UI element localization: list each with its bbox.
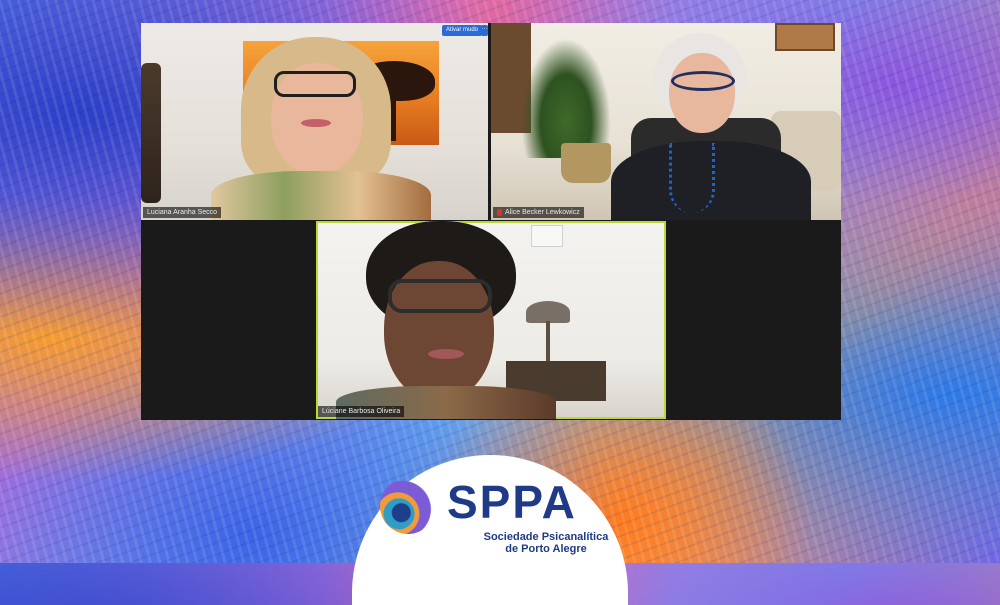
participant-face <box>669 53 735 133</box>
air-conditioner <box>531 225 563 247</box>
glasses <box>388 279 492 313</box>
glasses <box>671 71 735 91</box>
participant-name: Luciana Aranha Secco <box>147 209 218 216</box>
participant-name: Lúciane Barbosa Oliveira <box>322 408 401 415</box>
plant-basket <box>561 143 611 183</box>
wall-picture <box>775 23 835 51</box>
wall-hanging <box>141 63 161 203</box>
glasses <box>274 71 356 97</box>
logo-title: SPPA <box>447 476 577 528</box>
participant-lips <box>428 349 464 359</box>
participant-body <box>211 171 431 220</box>
video-tile-luciana[interactable]: Ativar mudo ··· Luciana Aranha Secco <box>141 23 488 220</box>
house-plant <box>521 38 611 158</box>
participant-name-label: Lúciane Barbosa Oliveira <box>318 406 405 417</box>
unmute-button[interactable]: Ativar mudo <box>441 25 482 36</box>
muted-mic-icon <box>497 208 502 216</box>
logo-subtitle-line2: de Porto Alegre <box>505 543 587 555</box>
lamp-stem <box>546 321 550 361</box>
logo-subtitle: Sociedade Psicanalítica de Porto Alegre <box>466 531 626 555</box>
participant-name-label: Alice Becker Lewkowicz <box>493 207 584 218</box>
video-tile-luciane-active-speaker[interactable]: Lúciane Barbosa Oliveira <box>316 221 666 419</box>
necklace <box>669 143 715 213</box>
lamp-shade <box>526 301 570 323</box>
participant-name: Alice Becker Lewkowicz <box>505 209 580 216</box>
logo-subtitle-line1: Sociedade Psicanalítica <box>483 531 609 543</box>
sppa-logo-icon <box>380 478 436 534</box>
video-tile-alice[interactable]: Alice Becker Lewkowicz <box>491 23 841 220</box>
participant-name-label: Luciana Aranha Secco <box>143 207 222 218</box>
participant-lips <box>301 119 331 127</box>
video-grid: Ativar mudo ··· Luciana Aranha Secco Ali… <box>141 23 841 420</box>
more-options-button[interactable]: ··· <box>481 25 488 36</box>
